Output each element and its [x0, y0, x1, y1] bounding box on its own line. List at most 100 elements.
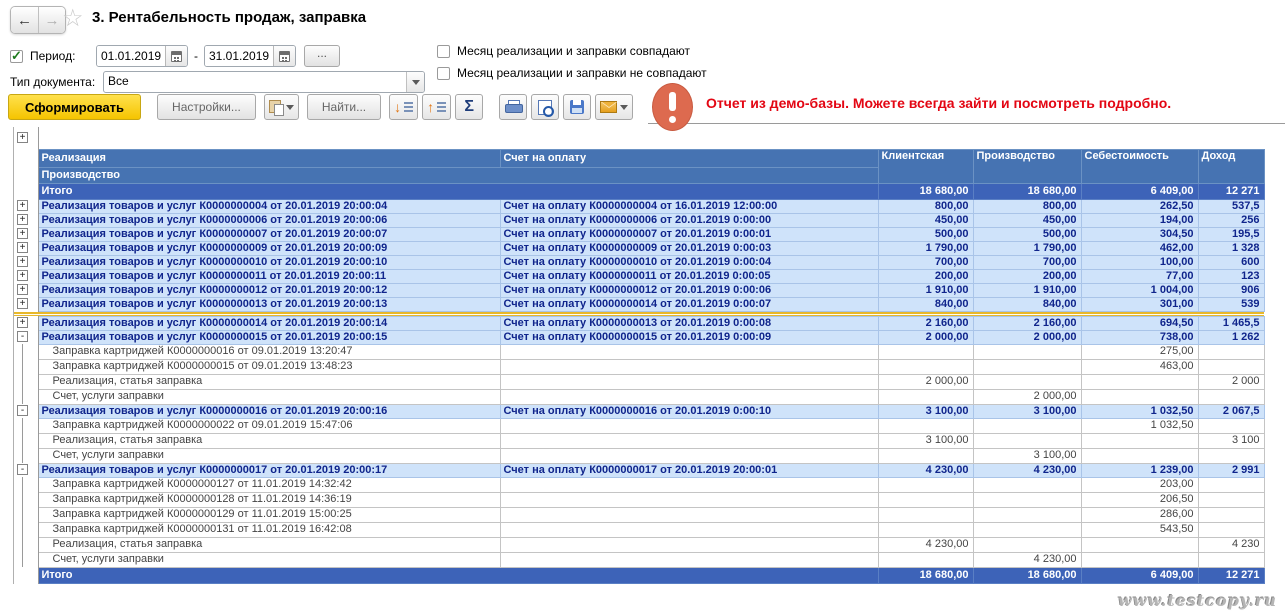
invoice-cell[interactable]: Счет на оплату К0000000007 от 20.01.2019… — [500, 227, 878, 241]
expander-plus-icon[interactable]: + — [17, 317, 28, 328]
total-production[interactable]: 18 680,00 — [973, 567, 1081, 583]
expander-plus-icon[interactable]: + — [17, 298, 28, 309]
production-amount-cell[interactable] — [973, 359, 1081, 374]
client-amount-cell[interactable] — [878, 359, 973, 374]
generate-button[interactable]: Сформировать — [8, 94, 141, 120]
production-amount-cell[interactable] — [973, 374, 1081, 389]
expander-plus-icon[interactable]: + — [17, 214, 28, 225]
realization-cell[interactable]: Реализация товаров и услуг К0000000012 о… — [38, 283, 500, 297]
production-amount-cell[interactable]: 500,00 — [973, 227, 1081, 241]
invoice-cell[interactable] — [500, 389, 878, 404]
doc-type-dropdown-button[interactable] — [406, 72, 424, 92]
realization-cell[interactable]: Заправка картриджей К0000000016 от 09.01… — [38, 344, 500, 359]
client-amount-cell[interactable]: 700,00 — [878, 255, 973, 269]
client-amount-cell[interactable]: 1 790,00 — [878, 241, 973, 255]
realization-cell[interactable]: Счет, услуги заправки — [38, 552, 500, 567]
invoice-cell[interactable]: Счет на оплату К0000000011 от 20.01.2019… — [500, 269, 878, 283]
client-amount-cell[interactable]: 1 910,00 — [878, 283, 973, 297]
income-amount-cell[interactable]: 537,5 — [1198, 199, 1264, 213]
expander-plus-icon[interactable]: + — [17, 242, 28, 253]
production-amount-cell[interactable]: 3 100,00 — [973, 404, 1081, 418]
production-amount-cell[interactable]: 2 160,00 — [973, 316, 1081, 330]
client-amount-cell[interactable] — [878, 344, 973, 359]
expander-plus-icon[interactable]: + — [17, 270, 28, 281]
income-amount-cell[interactable]: 123 — [1198, 269, 1264, 283]
realization-cell[interactable]: Реализация товаров и услуг К0000000016 о… — [38, 404, 500, 418]
production-amount-cell[interactable]: 3 100,00 — [973, 448, 1081, 463]
expander-plus-icon[interactable]: + — [17, 284, 28, 295]
income-amount-cell[interactable] — [1198, 522, 1264, 537]
cost-amount-cell[interactable]: 203,00 — [1081, 477, 1198, 492]
cost-amount-cell[interactable]: 1 239,00 — [1081, 463, 1198, 477]
production-amount-cell[interactable] — [973, 522, 1081, 537]
income-amount-cell[interactable]: 1 328 — [1198, 241, 1264, 255]
income-amount-cell[interactable]: 906 — [1198, 283, 1264, 297]
period-checkbox[interactable] — [10, 50, 23, 63]
forward-button[interactable]: → — [38, 7, 65, 33]
client-amount-cell[interactable]: 4 230,00 — [878, 463, 973, 477]
total-cost[interactable]: 6 409,00 — [1081, 183, 1198, 199]
expander-plus-icon[interactable]: + — [17, 228, 28, 239]
total-label[interactable]: Итого — [38, 567, 878, 583]
invoice-cell[interactable] — [500, 433, 878, 448]
client-amount-cell[interactable]: 3 100,00 — [878, 404, 973, 418]
realization-cell[interactable]: Заправка картриджей К0000000129 от 11.01… — [38, 507, 500, 522]
cost-amount-cell[interactable]: 301,00 — [1081, 297, 1198, 311]
cost-amount-cell[interactable]: 286,00 — [1081, 507, 1198, 522]
realization-cell[interactable]: Заправка картриджей К0000000131 от 11.01… — [38, 522, 500, 537]
production-amount-cell[interactable] — [973, 507, 1081, 522]
invoice-cell[interactable] — [500, 537, 878, 552]
cost-amount-cell[interactable]: 462,00 — [1081, 241, 1198, 255]
cost-amount-cell[interactable]: 304,50 — [1081, 227, 1198, 241]
total-cost[interactable]: 6 409,00 — [1081, 567, 1198, 583]
invoice-cell[interactable]: Счет на оплату К0000000013 от 20.01.2019… — [500, 316, 878, 330]
expander-minus-icon[interactable]: - — [17, 405, 28, 416]
realization-cell[interactable]: Реализация товаров и услуг К0000000007 о… — [38, 227, 500, 241]
expander-minus-icon[interactable]: - — [17, 331, 28, 342]
back-button[interactable]: ← — [11, 7, 38, 33]
income-amount-cell[interactable] — [1198, 552, 1264, 567]
cost-amount-cell[interactable] — [1081, 374, 1198, 389]
expander-minus-icon[interactable]: - — [17, 464, 28, 475]
client-amount-cell[interactable]: 450,00 — [878, 213, 973, 227]
cost-amount-cell[interactable]: 194,00 — [1081, 213, 1198, 227]
cost-amount-cell[interactable]: 694,50 — [1081, 316, 1198, 330]
copy-settings-button[interactable] — [264, 94, 299, 120]
income-amount-cell[interactable] — [1198, 359, 1264, 374]
client-amount-cell[interactable]: 500,00 — [878, 227, 973, 241]
invoice-cell[interactable]: Счет на оплату К0000000014 от 20.01.2019… — [500, 297, 878, 311]
invoice-cell[interactable]: Счет на оплату К0000000009 от 20.01.2019… — [500, 241, 878, 255]
production-amount-cell[interactable]: 1 790,00 — [973, 241, 1081, 255]
find-button[interactable]: Найти... — [307, 94, 381, 120]
production-amount-cell[interactable]: 840,00 — [973, 297, 1081, 311]
expander-plus-icon[interactable]: + — [17, 200, 28, 211]
invoice-cell[interactable]: Счет на оплату К0000000010 от 20.01.2019… — [500, 255, 878, 269]
realization-cell[interactable]: Заправка картриджей К0000000128 от 11.01… — [38, 492, 500, 507]
cost-amount-cell[interactable]: 262,50 — [1081, 199, 1198, 213]
invoice-cell[interactable] — [500, 374, 878, 389]
cost-amount-cell[interactable] — [1081, 433, 1198, 448]
client-amount-cell[interactable]: 800,00 — [878, 199, 973, 213]
cost-amount-cell[interactable]: 738,00 — [1081, 330, 1198, 344]
realization-cell[interactable]: Реализация, статья заправка — [38, 374, 500, 389]
production-amount-cell[interactable]: 450,00 — [973, 213, 1081, 227]
settings-button[interactable]: Настройки... — [157, 94, 256, 120]
invoice-cell[interactable] — [500, 552, 878, 567]
income-amount-cell[interactable]: 2 991 — [1198, 463, 1264, 477]
client-amount-cell[interactable]: 2 000,00 — [878, 330, 973, 344]
send-mail-button[interactable] — [595, 94, 633, 120]
income-amount-cell[interactable]: 1 262 — [1198, 330, 1264, 344]
invoice-cell[interactable]: Счет на оплату К0000000012 от 20.01.2019… — [500, 283, 878, 297]
realization-cell[interactable]: Счет, услуги заправки — [38, 389, 500, 404]
production-amount-cell[interactable] — [973, 433, 1081, 448]
month-nomatch-checkbox[interactable] — [437, 67, 450, 80]
realization-cell[interactable]: Реализация товаров и услуг К0000000006 о… — [38, 213, 500, 227]
production-amount-cell[interactable]: 200,00 — [973, 269, 1081, 283]
production-amount-cell[interactable]: 4 230,00 — [973, 552, 1081, 567]
income-amount-cell[interactable]: 600 — [1198, 255, 1264, 269]
date-to-calendar-button[interactable] — [273, 46, 295, 66]
income-amount-cell[interactable]: 539 — [1198, 297, 1264, 311]
realization-cell[interactable]: Заправка картриджей К0000000127 от 11.01… — [38, 477, 500, 492]
totals-button[interactable]: Σ — [455, 94, 483, 120]
income-amount-cell[interactable]: 256 — [1198, 213, 1264, 227]
